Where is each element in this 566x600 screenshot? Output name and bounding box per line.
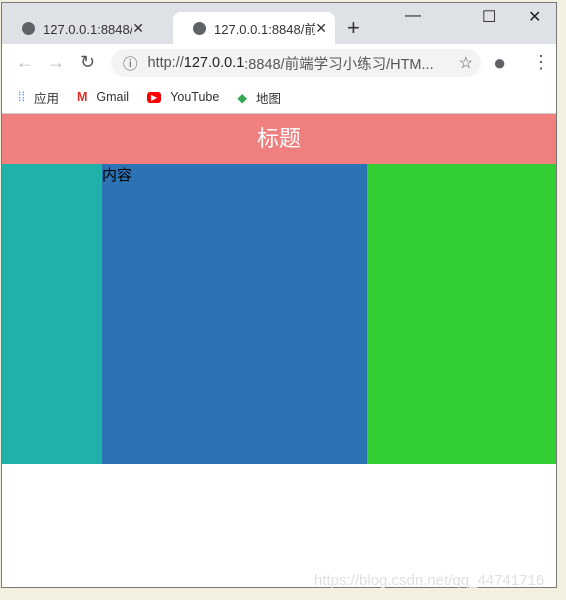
tab-title: 127.0.0.1:8848/前端 — [214, 21, 315, 37]
globe-icon — [193, 21, 206, 35]
back-icon[interactable]: ← — [16, 52, 34, 73]
toolbar: ← → ↻ ⓘ http://127.0.0.1:8848/前端学习小练习/HT… — [2, 44, 556, 82]
columns: 内容 — [2, 164, 556, 464]
right-column — [367, 164, 556, 464]
maximize-button[interactable]: ☐ — [482, 7, 496, 27]
browser-window: 127.0.0.1:8848/前端✕ 127.0.0.1:8848/前端✕ + … — [1, 2, 557, 588]
url-scheme: http:// — [147, 55, 184, 71]
bookmark-maps[interactable]: ◆ 地图 — [237, 88, 281, 107]
close-tab-icon[interactable]: ✕ — [315, 20, 327, 37]
new-tab-button[interactable]: + — [347, 15, 360, 41]
bookmark-apps[interactable]: ⁞⁞ 应用 — [18, 88, 59, 107]
left-column — [2, 164, 102, 464]
page-header: 标题 — [2, 114, 556, 164]
bookmark-label: Gmail — [96, 90, 130, 104]
gmail-icon: M — [76, 90, 88, 104]
menu-icon[interactable]: ⋮ — [532, 52, 550, 73]
tab-2[interactable]: 127.0.0.1:8848/前端✕ — [173, 12, 335, 44]
tab-bar: 127.0.0.1:8848/前端✕ 127.0.0.1:8848/前端✕ + … — [2, 3, 556, 44]
bookmark-youtube[interactable]: ▶ YouTube — [147, 90, 219, 104]
maps-icon: ◆ — [237, 90, 247, 105]
bookmarks-bar: ⁞⁞ 应用 M Gmail ▶ YouTube ◆ 地图 — [2, 82, 556, 112]
address-bar[interactable]: ⓘ http://127.0.0.1:8848/前端学习小练习/HTM... ☆ — [111, 49, 481, 77]
bookmark-gmail[interactable]: M Gmail — [77, 90, 129, 104]
youtube-icon: ▶ — [147, 91, 162, 103]
tab-1[interactable]: 127.0.0.1:8848/前端✕ — [2, 12, 152, 44]
tab-title: 127.0.0.1:8848/前端 — [43, 21, 132, 37]
bookmark-label: 地图 — [255, 91, 281, 106]
close-window-button[interactable]: ✕ — [528, 7, 541, 27]
url-host: 127.0.0.1 — [183, 55, 245, 71]
reload-icon[interactable]: ↻ — [80, 52, 95, 73]
star-icon[interactable]: ☆ — [459, 53, 473, 73]
close-tab-icon[interactable]: ✕ — [132, 20, 144, 37]
watermark: https://blog.csdn.net/qq_44741716 — [314, 572, 545, 589]
page-viewport: 标题 内容 — [2, 113, 556, 587]
profile-icon[interactable]: ● — [493, 50, 506, 76]
minimize-button[interactable]: — — [405, 7, 421, 25]
bookmark-label: 应用 — [33, 91, 59, 106]
forward-icon[interactable]: → — [47, 52, 65, 73]
content-text: 内容 — [102, 167, 133, 184]
url-path: :8848/前端学习小练习/HTM... — [244, 56, 434, 73]
info-icon[interactable]: ⓘ — [123, 53, 138, 74]
apps-grid-icon: ⁞⁞ — [18, 90, 25, 104]
content-column: 内容 — [102, 164, 367, 464]
globe-icon — [22, 21, 35, 35]
bookmark-label: YouTube — [170, 90, 220, 104]
